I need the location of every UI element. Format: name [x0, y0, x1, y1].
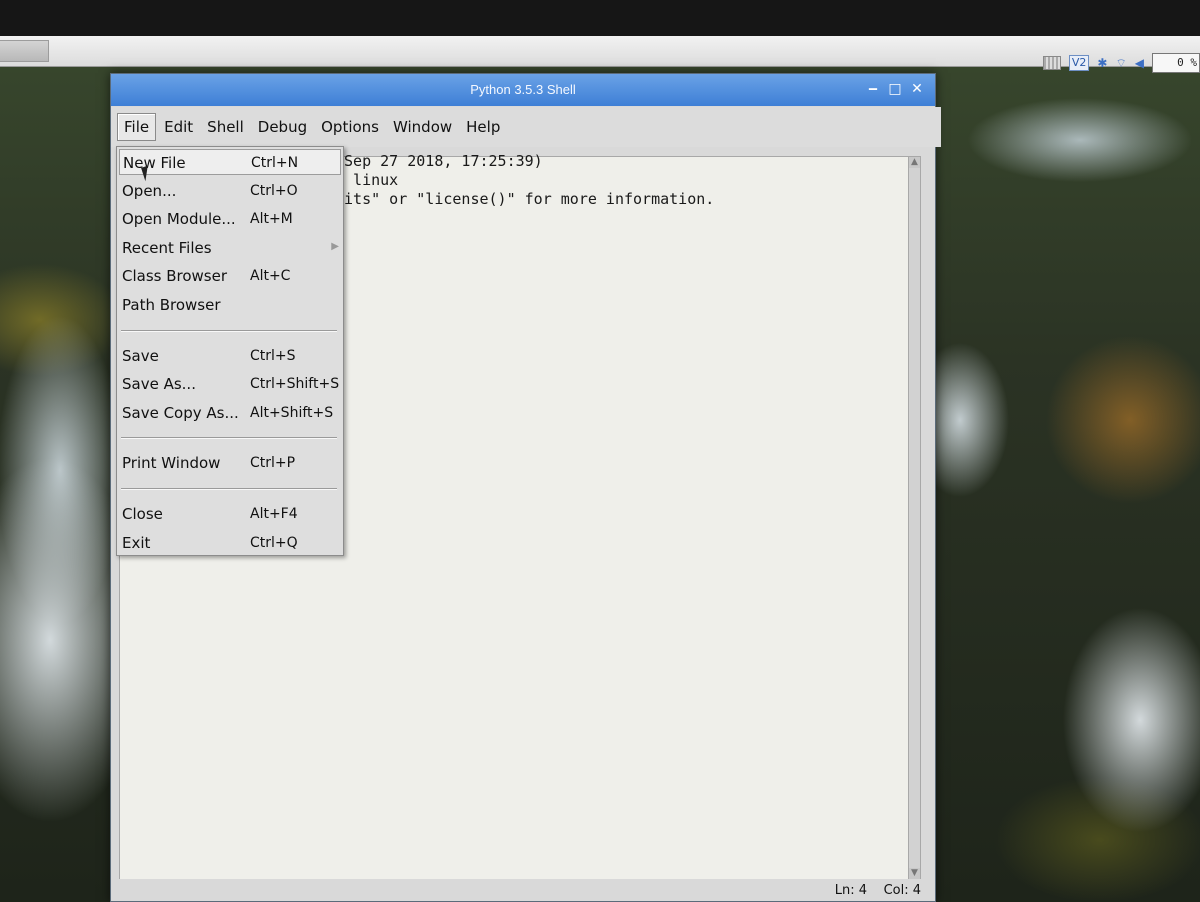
- file-menu-item-path-browser[interactable]: Path Browser: [119, 292, 341, 318]
- menu-item-label: Recent Files: [122, 238, 212, 257]
- shell-line: n linux: [335, 171, 399, 189]
- shell-output: Sep 27 2018, 17:25:39) n linux dits" or "l…: [335, 152, 714, 209]
- menu-window[interactable]: Window: [387, 114, 458, 140]
- vertical-scrollbar[interactable]: ▲ ▼: [908, 156, 921, 880]
- cpu-monitor: 0 %: [1152, 53, 1200, 73]
- vnc-icon[interactable]: V2: [1068, 55, 1090, 71]
- menu-item-shortcut: Ctrl+Shift+S: [250, 376, 340, 393]
- menu-item-shortcut: Alt+Shift+S: [250, 404, 334, 421]
- file-menu-dropdown: New File Ctrl+N Open... Ctrl+O Open Module..…: [116, 146, 344, 556]
- menu-item-shortcut: Ctrl+S: [250, 347, 296, 364]
- menu-item-label: Print Window: [122, 454, 221, 473]
- file-menu-item-print-window[interactable]: Print Window Ctrl+P: [119, 450, 341, 476]
- menu-item-shortcut: Ctrl+N: [251, 155, 299, 171]
- wifi-icon[interactable]: ⌔: [1115, 56, 1126, 71]
- submenu-arrow-icon: ▶: [331, 240, 339, 252]
- status-bar: Ln: 4 Col: 4: [111, 879, 935, 901]
- scroll-down-icon[interactable]: ▼: [909, 868, 920, 879]
- window-title: Python 3.5.3 Shell: [470, 82, 576, 97]
- file-menu-item-open-module[interactable]: Open Module... Alt+M: [119, 206, 341, 232]
- menu-options[interactable]: Options: [315, 114, 385, 140]
- system-tray: V2 ✱ ⌔ ◀ 0 %: [1042, 52, 1200, 74]
- menu-item-label: New File: [123, 154, 186, 172]
- keyboard-icon[interactable]: [1042, 56, 1061, 70]
- file-menu-item-save-as[interactable]: Save As... Ctrl+Shift+S: [119, 371, 341, 397]
- menu-item-label: Path Browser: [122, 296, 221, 314]
- menu-file[interactable]: File: [117, 113, 157, 141]
- file-menu-item-exit[interactable]: Exit Ctrl+Q: [119, 530, 341, 556]
- menu-item-label: Save: [122, 346, 159, 365]
- menu-item-label: Exit: [122, 533, 151, 552]
- screen-bezel: [0, 0, 1200, 36]
- menu-bar: File Edit Shell Debug Options Window Help: [111, 107, 941, 147]
- panel-button[interactable]: [0, 40, 49, 62]
- menu-separator: [121, 329, 337, 332]
- menu-separator: [121, 488, 337, 490]
- desktop-panel: V2 ✱ ⌔ ◀ 0 %: [0, 36, 1200, 73]
- menu-item-label: Class Browser: [122, 267, 228, 286]
- menu-item-shortcut: Ctrl+P: [250, 455, 296, 472]
- menu-edit[interactable]: Edit: [158, 114, 199, 140]
- menu-debug[interactable]: Debug: [252, 114, 313, 140]
- menu-item-label: Open...: [122, 181, 177, 200]
- file-menu-item-save[interactable]: Save Ctrl+S: [119, 343, 341, 369]
- scroll-up-icon[interactable]: ▲: [909, 157, 920, 168]
- menu-shell[interactable]: Shell: [201, 114, 250, 140]
- file-menu-item-close[interactable]: Close Alt+F4: [119, 501, 341, 527]
- menu-item-shortcut: Alt+F4: [250, 506, 298, 522]
- maximize-button[interactable]: □: [887, 80, 903, 98]
- title-bar[interactable]: Python 3.5.3 Shell ‒ □ ✕: [111, 74, 935, 106]
- menu-item-shortcut: Ctrl+O: [250, 182, 298, 199]
- menu-item-shortcut: Ctrl+Q: [250, 534, 298, 551]
- menu-item-label: Open Module...: [122, 210, 236, 229]
- menu-separator: [121, 437, 337, 440]
- column-indicator: Col: 4: [883, 883, 921, 898]
- file-menu-item-recent-files[interactable]: Recent Files ▶: [119, 235, 341, 261]
- line-indicator: Ln: 4: [834, 883, 867, 898]
- volume-icon[interactable]: ◀: [1135, 56, 1144, 70]
- menu-help[interactable]: Help: [460, 114, 506, 140]
- bluetooth-icon[interactable]: ✱: [1097, 56, 1107, 70]
- shell-line: dits" or "license()" for more informatio…: [335, 190, 715, 208]
- menu-item-label: Save As...: [122, 375, 196, 394]
- minimize-button[interactable]: ‒: [865, 80, 881, 98]
- file-menu-item-open[interactable]: Open... Ctrl+O: [119, 178, 341, 204]
- menu-item-label: Save Copy As...: [122, 403, 239, 422]
- file-menu-item-class-browser[interactable]: Class Browser Alt+C: [119, 263, 341, 289]
- shell-line: Sep 27 2018, 17:25:39): [335, 152, 543, 170]
- menu-item-shortcut: Alt+M: [250, 211, 293, 228]
- file-menu-item-save-copy-as[interactable]: Save Copy As... Alt+Shift+S: [119, 400, 341, 426]
- close-button[interactable]: ✕: [909, 80, 925, 98]
- menu-item-label: Close: [122, 505, 163, 523]
- menu-item-shortcut: Alt+C: [250, 268, 291, 285]
